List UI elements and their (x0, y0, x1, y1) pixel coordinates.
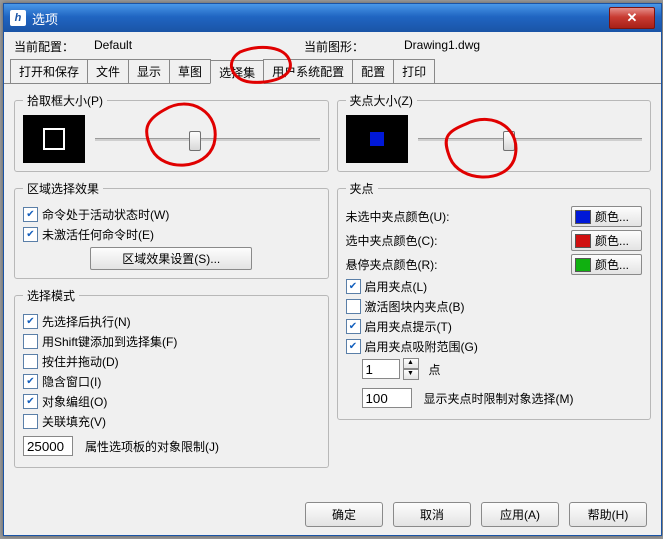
pickbox-legend: 拾取框大小(P) (23, 92, 107, 109)
grip-object-limit-label: 显示夹点时限制对象选择(M) (424, 390, 574, 407)
lbl-cmd-inactive: 未激活任何命令时(E) (42, 226, 154, 243)
tab-display[interactable]: 显示 (128, 59, 170, 83)
hover-grip-color-label: 悬停夹点颜色(R): (346, 256, 572, 273)
pickbox-group: 拾取框大小(P) (14, 92, 329, 172)
selection-mode-group: 选择模式 先选择后执行(N) 用Shift键添加到选择集(F) 按住并拖动(D)… (14, 287, 329, 468)
gripsize-legend: 夹点大小(Z) (346, 92, 417, 109)
close-button[interactable]: ✕ (609, 7, 655, 29)
hover-grip-color-button[interactable]: 颜色... (571, 254, 642, 275)
window-title: 选项 (32, 9, 609, 28)
current-config-label: 当前配置： (14, 38, 94, 55)
lbl-grips-in-blocks: 激活图块内夹点(B) (365, 298, 465, 315)
tab-profiles[interactable]: 配置 (352, 59, 394, 83)
title-bar: h 选项 ✕ (4, 4, 661, 32)
current-drawing-value: Drawing1.dwg (404, 38, 480, 55)
selected-grip-color-button[interactable]: 颜色... (571, 230, 642, 251)
prop-palette-limit-label: 属性选项板的对象限制(J) (85, 438, 219, 455)
cancel-button[interactable]: 取消 (393, 502, 471, 527)
chk-assoc-hatch[interactable] (23, 414, 38, 429)
grip-snap-spinner[interactable]: ▲▼ (403, 358, 419, 380)
gripsize-group: 夹点大小(Z) (337, 92, 652, 172)
tab-print[interactable]: 打印 (393, 59, 435, 83)
chk-grip-tips[interactable] (346, 319, 361, 334)
left-column: 拾取框大小(P) 区域选择效果 命令处于活动状态时(W) 未激活任何命令时(E)… (14, 92, 329, 468)
selected-grip-color-label: 选中夹点颜色(C): (346, 232, 572, 249)
right-column: 夹点大小(Z) 夹点 未选中夹点颜色(U): 颜色... (337, 92, 652, 468)
lbl-cmd-active: 命令处于活动状态时(W) (42, 206, 169, 223)
unselected-grip-color-label: 未选中夹点颜色(U): (346, 208, 572, 225)
pickbox-preview (23, 115, 85, 163)
tab-body: 拾取框大小(P) 区域选择效果 命令处于活动状态时(W) 未激活任何命令时(E)… (4, 84, 661, 474)
tab-drafting[interactable]: 草图 (169, 59, 211, 83)
lbl-object-group: 对象编组(O) (42, 393, 107, 410)
apply-button[interactable]: 应用(A) (481, 502, 559, 527)
chk-implied-window[interactable] (23, 374, 38, 389)
current-drawing-label: 当前图形： (304, 38, 404, 55)
dialog-buttons: 确定 取消 应用(A) 帮助(H) (305, 502, 647, 527)
tab-open-save[interactable]: 打开和保存 (10, 59, 88, 83)
grip-snap-unit: 点 (429, 361, 441, 378)
prop-palette-limit-input[interactable] (23, 436, 73, 456)
region-effect-group: 区域选择效果 命令处于活动状态时(W) 未激活任何命令时(E) 区域效果设置(S… (14, 180, 329, 279)
tab-selection[interactable]: 选择集 (210, 60, 264, 84)
chk-cmd-active[interactable] (23, 207, 38, 222)
pickbox-slider[interactable] (95, 129, 320, 149)
lbl-grip-tips: 启用夹点提示(T) (365, 318, 452, 335)
chk-grips-in-blocks[interactable] (346, 299, 361, 314)
grip-object-limit-input[interactable] (362, 388, 412, 408)
current-config-value: Default (94, 38, 304, 55)
region-effect-legend: 区域选择效果 (23, 180, 103, 197)
client-area: 当前配置： Default 当前图形： Drawing1.dwg 打开和保存 文… (4, 32, 661, 535)
chk-cmd-inactive[interactable] (23, 227, 38, 242)
tab-user-pref[interactable]: 用户系统配置 (263, 59, 353, 83)
options-dialog: h 选项 ✕ 当前配置： Default 当前图形： Drawing1.dwg … (3, 3, 662, 536)
app-icon: h (10, 10, 26, 26)
selection-mode-legend: 选择模式 (23, 287, 79, 304)
gripsize-preview (346, 115, 408, 163)
lbl-assoc-hatch: 关联填充(V) (42, 413, 106, 430)
lbl-noun-verb: 先选择后执行(N) (42, 313, 131, 330)
chk-grip-snap-range[interactable] (346, 339, 361, 354)
lbl-press-drag: 按住并拖动(D) (42, 353, 119, 370)
chk-object-group[interactable] (23, 394, 38, 409)
lbl-enable-grips: 启用夹点(L) (365, 278, 428, 295)
chk-enable-grips[interactable] (346, 279, 361, 294)
lbl-grip-snap-range: 启用夹点吸附范围(G) (365, 338, 478, 355)
gripsize-slider[interactable] (418, 129, 643, 149)
unselected-grip-color-button[interactable]: 颜色... (571, 206, 642, 227)
grips-legend: 夹点 (346, 180, 378, 197)
region-settings-button[interactable]: 区域效果设置(S)... (90, 247, 252, 270)
tab-strip: 打开和保存 文件 显示 草图 选择集 用户系统配置 配置 打印 (4, 59, 661, 84)
ok-button[interactable]: 确定 (305, 502, 383, 527)
lbl-implied-window: 隐含窗口(I) (42, 373, 101, 390)
chk-press-drag[interactable] (23, 354, 38, 369)
info-row: 当前配置： Default 当前图形： Drawing1.dwg (4, 32, 661, 57)
chk-shift-add[interactable] (23, 334, 38, 349)
lbl-shift-add: 用Shift键添加到选择集(F) (42, 333, 177, 350)
help-button[interactable]: 帮助(H) (569, 502, 647, 527)
tab-files[interactable]: 文件 (87, 59, 129, 83)
grip-snap-value-input[interactable] (362, 359, 400, 379)
grips-group: 夹点 未选中夹点颜色(U): 颜色... 选中夹点颜色(C): 颜色... 悬停… (337, 180, 652, 420)
chk-noun-verb[interactable] (23, 314, 38, 329)
